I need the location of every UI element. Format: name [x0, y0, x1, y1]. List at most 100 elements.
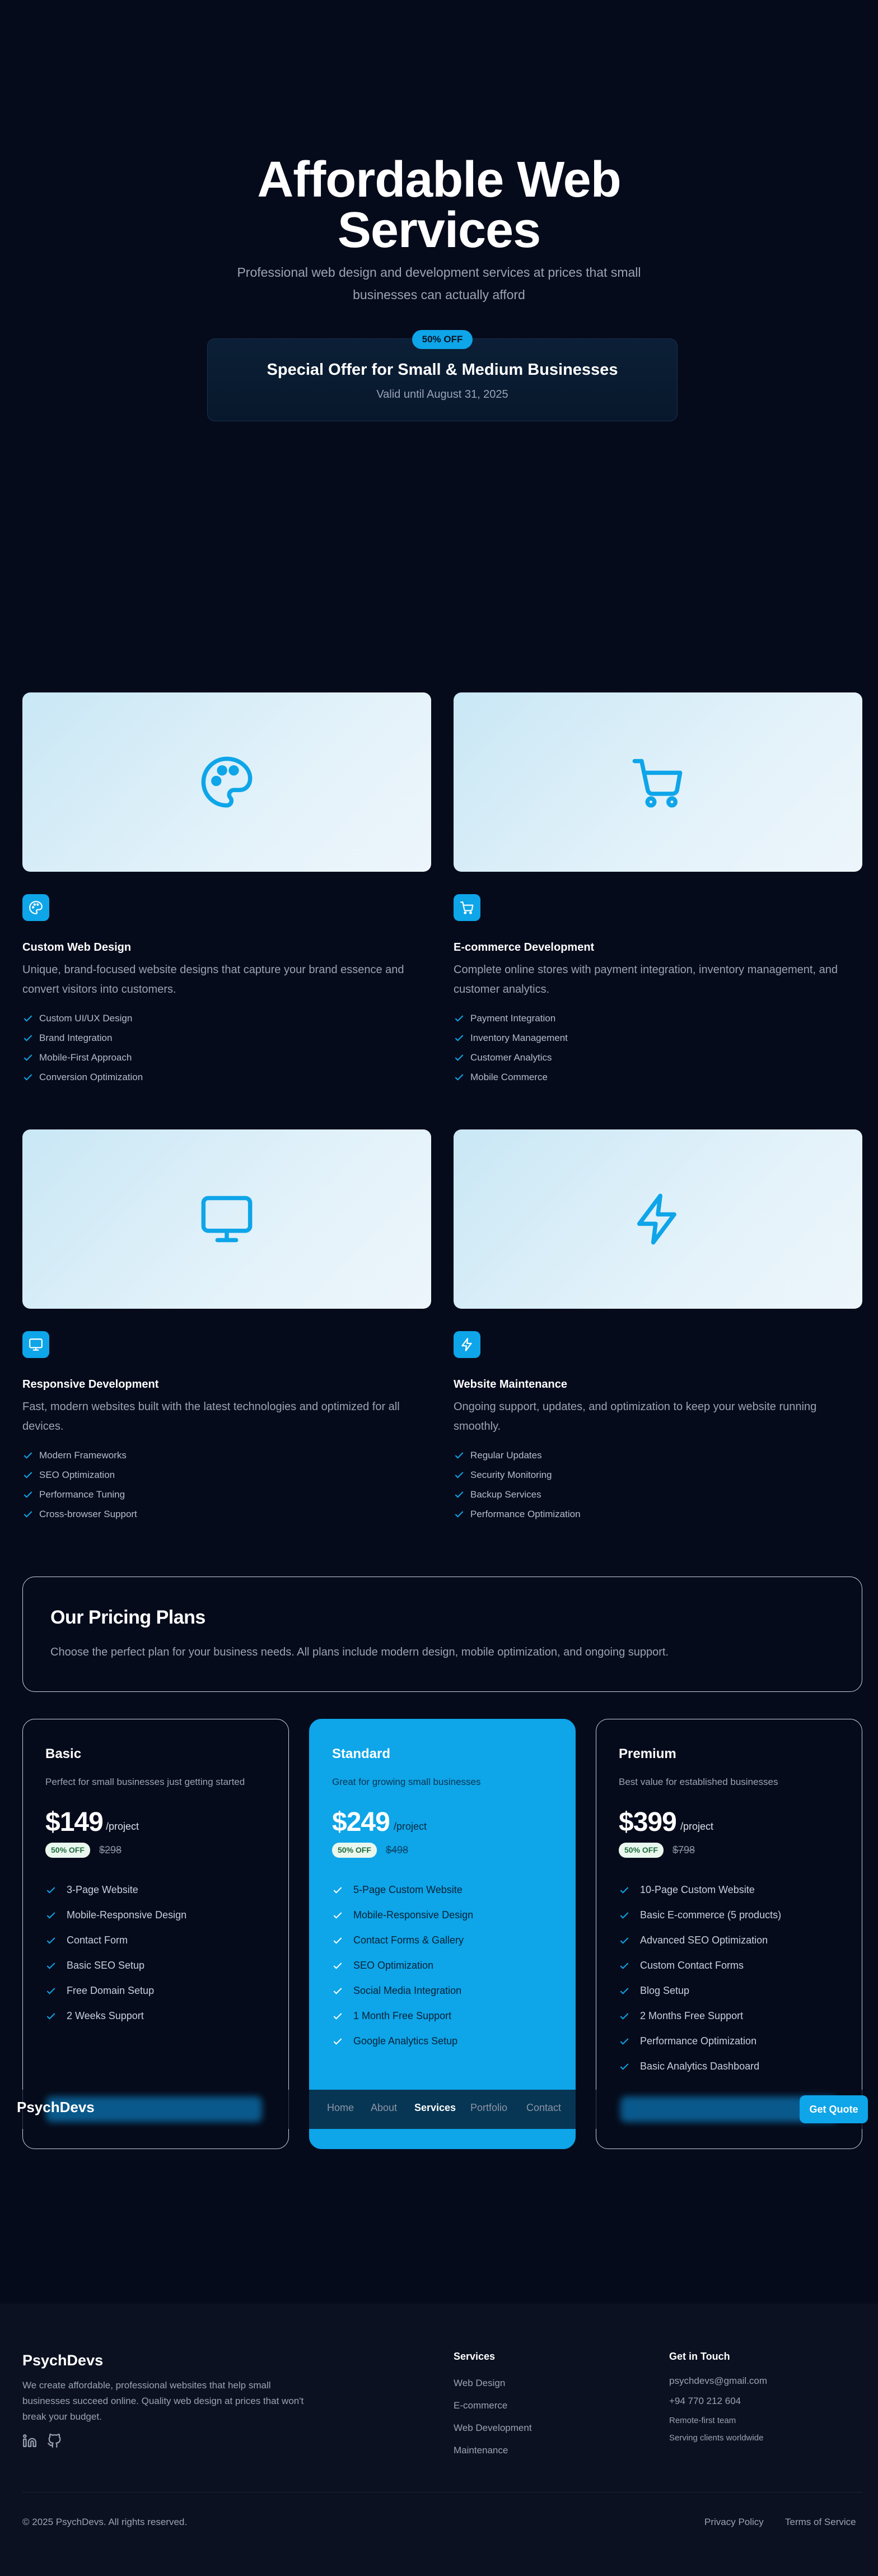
plan-feature: Basic E-commerce (5 products) [619, 1903, 781, 1928]
check-icon [46, 1886, 55, 1894]
pricing-title: Our Pricing Plans [50, 1607, 206, 1628]
plan-feature-label: Performance Optimization [640, 2035, 757, 2047]
service-description: Unique, brand-focused website designs th… [22, 960, 431, 999]
footer-services-title: Services [454, 2351, 496, 2362]
check-icon [46, 2012, 55, 2020]
plan-feature: Blog Setup [619, 1978, 781, 2003]
service-feature: Performance Optimization [454, 1504, 581, 1524]
footer-divider [22, 2492, 862, 2493]
footer-phone-link[interactable]: +94 770 212 604 [669, 2396, 741, 2407]
linkedin-icon[interactable] [22, 2434, 37, 2448]
plan-feature-label: Mobile-Responsive Design [67, 1909, 187, 1921]
plan-feature-list: 10-Page Custom Website Basic E-commerce … [619, 1877, 781, 2079]
plan-feature-label: Free Domain Setup [67, 1985, 155, 1996]
offer-valid-date: Valid until August 31, 2025 [376, 388, 508, 401]
nav-link-about[interactable]: About [371, 2102, 397, 2114]
service-feature-label: Modern Frameworks [39, 1449, 127, 1461]
service-feature: Conversion Optimization [22, 1067, 143, 1087]
plan-feature-label: 5-Page Custom Website [353, 1884, 463, 1895]
check-icon [46, 1912, 55, 1919]
footer-privacy-link[interactable]: Privacy Policy [704, 2517, 764, 2528]
footer-email-link[interactable]: psychdevs@gmail.com [669, 2375, 767, 2387]
service-feature: Mobile-First Approach [22, 1048, 143, 1067]
service-feature: Backup Services [454, 1485, 581, 1504]
service-feature-label: Cross-browser Support [39, 1508, 137, 1519]
service-image-web-design [22, 692, 431, 872]
service-feature-label: SEO Optimization [39, 1469, 115, 1480]
plan-feature-label: SEO Optimization [353, 1960, 434, 1971]
plan-price-unit: /project [394, 1821, 427, 1832]
footer-link-web-development[interactable]: Web Development [454, 2422, 532, 2434]
plan-feature: Social Media Integration [332, 1978, 473, 2003]
check-icon [24, 1510, 32, 1518]
service-feature: Mobile Commerce [454, 1067, 568, 1087]
plan-feature: 3-Page Website [45, 1877, 186, 1903]
footer-description: We create affordable, professional websi… [22, 2378, 336, 2425]
service-description-line: customer analytics. [454, 983, 550, 996]
footer-terms-link[interactable]: Terms of Service [785, 2517, 856, 2528]
check-icon [455, 1491, 464, 1498]
check-icon [46, 1937, 55, 1944]
plan-feature-label: Mobile-Responsive Design [353, 1909, 474, 1921]
service-description-line: Fast, modern websites built with the lat… [22, 1401, 400, 1413]
plan-feature-label: Custom Contact Forms [640, 1960, 744, 1971]
plan-name: Basic [45, 1746, 82, 1761]
hero-title: Affordable Web Services [0, 155, 878, 255]
plan-card-standard: Standard Great for growing small busines… [309, 1719, 576, 2149]
plan-discount-badge: 50% OFF [332, 1843, 377, 1858]
special-offer-card [207, 338, 678, 421]
service-title: E-commerce Development [454, 941, 595, 954]
github-icon[interactable] [47, 2434, 62, 2448]
plan-feature: Google Analytics Setup [332, 2029, 473, 2054]
plan-feature-label: 10-Page Custom Website [640, 1884, 755, 1895]
plan-feature: 10-Page Custom Website [619, 1877, 781, 1903]
check-icon [24, 1491, 32, 1498]
plan-price: $249 [332, 1807, 390, 1837]
hero-title-line1: Affordable Web [257, 152, 621, 208]
plan-tagline: Perfect for small businesses just gettin… [45, 1777, 245, 1787]
check-icon [620, 1912, 629, 1919]
cart-icon [454, 894, 480, 921]
check-icon [24, 1452, 32, 1459]
check-icon [620, 1886, 629, 1894]
nav-link-home[interactable]: Home [327, 2102, 354, 2114]
service-image-ecommerce [454, 692, 862, 872]
check-icon [24, 1471, 32, 1478]
get-quote-button[interactable]: Get Quote [800, 2095, 868, 2123]
nav-link-portfolio[interactable]: Portfolio [470, 2102, 507, 2114]
nav-link-contact[interactable]: Contact [526, 2102, 561, 2114]
check-icon [333, 2038, 342, 2045]
check-icon [455, 1452, 464, 1459]
offer-title: Special Offer for Small & Medium Busines… [267, 361, 618, 379]
plan-price-unit: /project [680, 1821, 714, 1832]
lightning-icon [637, 1193, 676, 1245]
plan-feature-label: Basic E-commerce (5 products) [640, 1909, 782, 1921]
check-icon [333, 1912, 342, 1919]
plan-feature-label: Contact Form [67, 1935, 128, 1946]
plan-feature-label: Blog Setup [640, 1985, 690, 1996]
plan-feature-label: Contact Forms & Gallery [353, 1935, 464, 1946]
plan-feature-label: 2 Weeks Support [67, 2010, 144, 2021]
check-icon [455, 1510, 464, 1518]
check-icon [620, 1962, 629, 1969]
service-feature-label: Performance Optimization [470, 1508, 581, 1519]
footer-description-line: We create affordable, professional websi… [22, 2380, 271, 2391]
footer-link-ecommerce[interactable]: E-commerce [454, 2400, 507, 2411]
plan-price-unit: /project [106, 1821, 139, 1832]
check-icon [333, 2012, 342, 2020]
service-feature: SEO Optimization [22, 1465, 137, 1485]
check-icon [620, 1987, 629, 1994]
footer-link-web-design[interactable]: Web Design [454, 2378, 505, 2389]
service-description-line: devices. [22, 1420, 64, 1433]
plan-feature: Advanced SEO Optimization [619, 1928, 781, 1953]
plan-feature: Custom Contact Forms [619, 1953, 781, 1978]
service-feature: Inventory Management [454, 1028, 568, 1048]
service-feature-label: Performance Tuning [39, 1489, 125, 1500]
plan-feature: 2 Weeks Support [45, 2003, 186, 2029]
service-feature-label: Mobile Commerce [470, 1071, 548, 1082]
plan-feature-list: 5-Page Custom Website Mobile-Responsive … [332, 1877, 473, 2054]
service-feature-label: Payment Integration [470, 1012, 556, 1024]
footer-link-maintenance[interactable]: Maintenance [454, 2445, 508, 2456]
nav-link-services[interactable]: Services [414, 2102, 456, 2114]
nav-brand-logo[interactable]: PsychDevs [17, 2099, 95, 2116]
